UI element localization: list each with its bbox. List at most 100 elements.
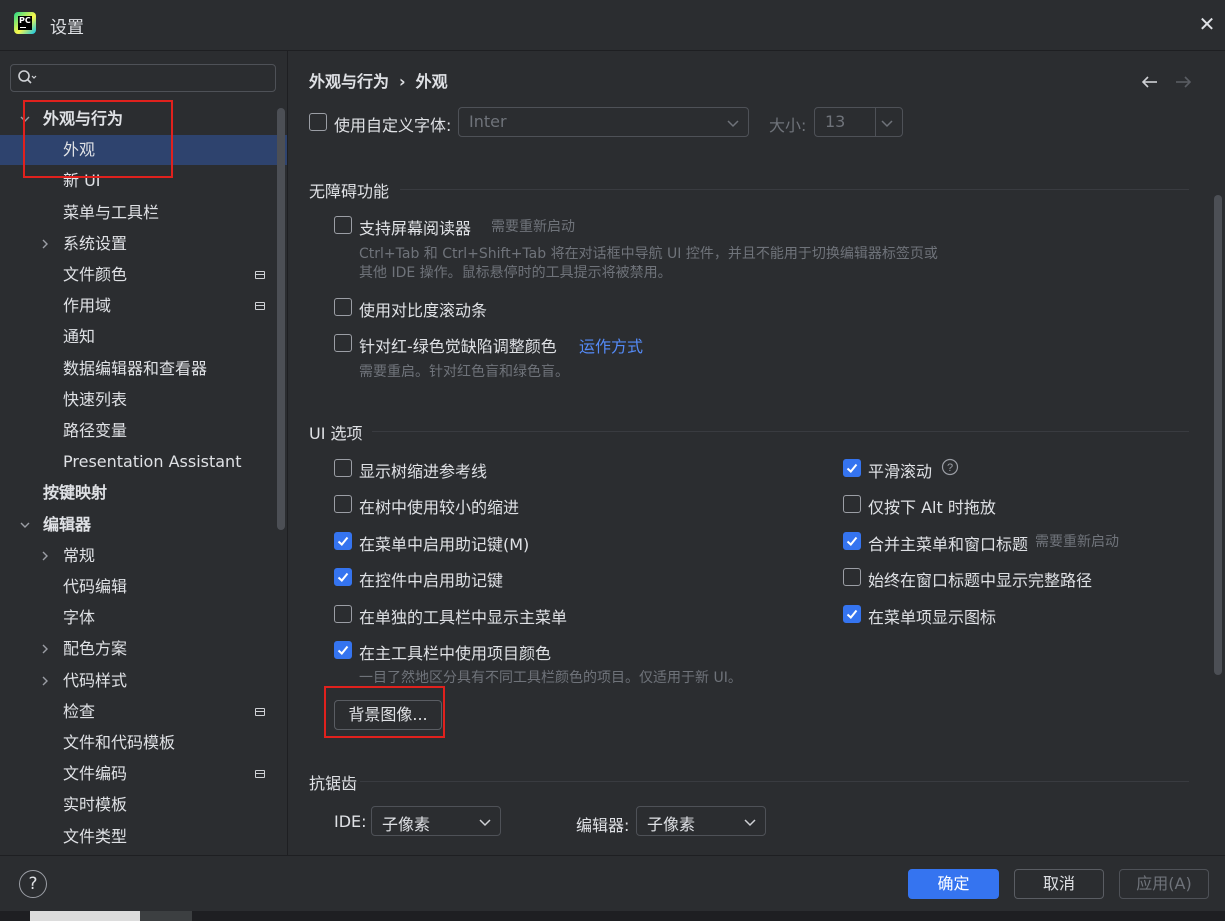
back-arrow-icon[interactable] bbox=[1140, 72, 1160, 92]
sidebar-item[interactable]: 菜单与工具栏 bbox=[0, 198, 287, 228]
forward-arrow-icon[interactable] bbox=[1173, 72, 1193, 92]
sidebar-item[interactable]: 常规 bbox=[0, 541, 287, 571]
sidebar-item[interactable]: Presentation Assistant bbox=[0, 447, 287, 477]
sidebar-item[interactable]: 路径变量 bbox=[0, 416, 287, 446]
settings-search-input[interactable] bbox=[10, 64, 276, 92]
chevron-down-icon bbox=[744, 819, 756, 827]
sidebar-item[interactable]: 编辑器 bbox=[0, 510, 287, 540]
sidebar-item[interactable]: 数据编辑器和查看器 bbox=[0, 354, 287, 384]
color-deficiency-label: 针对红-绿色觉缺陷调整颜色 bbox=[359, 337, 557, 356]
sidebar-item-label: 数据编辑器和查看器 bbox=[63, 359, 208, 378]
how-it-works-link[interactable]: 运作方式 bbox=[579, 333, 643, 357]
sidebar-scrollbar[interactable] bbox=[277, 108, 285, 530]
screen-reader-checkbox[interactable] bbox=[334, 216, 352, 234]
editor-antialias-value: 子像素 bbox=[647, 815, 696, 834]
footer-divider bbox=[0, 855, 1225, 856]
sidebar-item-label: 编辑器 bbox=[43, 515, 92, 534]
sidebar-item[interactable]: 配色方案 bbox=[0, 634, 287, 664]
sidebar-item[interactable]: 新 UI bbox=[0, 166, 287, 196]
help-button[interactable]: ? bbox=[19, 870, 47, 898]
apply-button[interactable]: 应用(A) bbox=[1119, 869, 1209, 899]
sidebar-item-label: 系统设置 bbox=[63, 234, 128, 253]
window-title: 设置 bbox=[50, 18, 84, 38]
sidebar-item[interactable]: 按键映射 bbox=[0, 478, 287, 508]
cancel-button[interactable]: 取消 bbox=[1014, 869, 1104, 899]
sidebar-item-label: 常规 bbox=[63, 546, 96, 565]
option-checkbox[interactable] bbox=[843, 459, 861, 477]
chevron-right-icon[interactable] bbox=[39, 643, 51, 655]
antialiasing-section-title: 抗锯齿 bbox=[309, 774, 358, 793]
restart-required-note: 需要重新启动 bbox=[491, 219, 575, 235]
restart-required-note: 需要重新启动 bbox=[1035, 534, 1119, 550]
font-size-label: 大小: bbox=[769, 116, 807, 135]
option-checkbox[interactable] bbox=[334, 568, 352, 586]
option-label: 仅按下 Alt 时拖放 bbox=[868, 498, 996, 517]
sidebar-item[interactable]: 快速列表 bbox=[0, 385, 287, 415]
sidebar-item-label: 文件颜色 bbox=[63, 265, 128, 284]
sidebar-item[interactable]: 代码编辑 bbox=[0, 572, 287, 602]
chevron-right-icon[interactable] bbox=[39, 238, 51, 250]
option-checkbox[interactable] bbox=[843, 568, 861, 586]
background-image-button[interactable]: 背景图像... bbox=[334, 700, 442, 730]
sidebar-item[interactable]: 实时模板 bbox=[0, 790, 287, 820]
option-checkbox[interactable] bbox=[334, 605, 352, 623]
option-checkbox[interactable] bbox=[334, 532, 352, 550]
sidebar-item-label: 代码编辑 bbox=[63, 577, 128, 596]
sidebar-item-label: 检查 bbox=[63, 702, 96, 721]
sidebar-item-label: 新 UI bbox=[63, 171, 101, 190]
sidebar-item[interactable]: 文件类型 bbox=[0, 822, 287, 852]
sidebar-item-label: 文件类型 bbox=[63, 827, 128, 846]
screen-reader-label: 支持屏幕阅读器 bbox=[359, 219, 472, 238]
sidebar-item[interactable]: 系统设置 bbox=[0, 229, 287, 259]
sidebar-item[interactable]: 外观与行为 bbox=[0, 104, 287, 134]
option-label: 始终在窗口标题中显示完整路径 bbox=[868, 571, 1093, 590]
option-checkbox[interactable] bbox=[334, 495, 352, 513]
sidebar-item[interactable]: 文件编码 bbox=[0, 759, 287, 789]
sidebar-item-label: 字体 bbox=[63, 608, 96, 627]
accessibility-section-title: 无障碍功能 bbox=[309, 182, 390, 201]
close-icon[interactable]: ✕ bbox=[1196, 13, 1218, 35]
sidebar-item[interactable]: 检查 bbox=[0, 697, 287, 727]
color-deficiency-checkbox[interactable] bbox=[334, 334, 352, 352]
chevron-down-icon[interactable] bbox=[19, 519, 31, 531]
ok-button[interactable]: 确定 bbox=[908, 869, 999, 899]
ide-antialias-select[interactable]: 子像素 bbox=[371, 806, 501, 836]
option-label: 在菜单项显示图标 bbox=[868, 608, 997, 627]
font-select[interactable]: Inter bbox=[458, 107, 749, 137]
sidebar-item-label: 外观与行为 bbox=[43, 109, 124, 128]
option-checkbox[interactable] bbox=[334, 459, 352, 477]
breadcrumb-separator: › bbox=[399, 72, 406, 91]
editor-antialias-label: 编辑器: bbox=[576, 816, 630, 835]
sidebar-item[interactable]: 字体 bbox=[0, 603, 287, 633]
option-checkbox[interactable] bbox=[334, 641, 352, 659]
editor-antialias-select[interactable]: 子像素 bbox=[636, 806, 766, 836]
breadcrumb-parent[interactable]: 外观与行为 bbox=[309, 68, 389, 92]
font-size-select[interactable]: 13 bbox=[814, 107, 903, 137]
sidebar-item-label: 快速列表 bbox=[63, 390, 128, 409]
chevron-right-icon[interactable] bbox=[39, 550, 51, 562]
sidebar-item[interactable]: 通知 bbox=[0, 322, 287, 352]
sidebar-item[interactable]: 代码样式 bbox=[0, 666, 287, 696]
sidebar-item[interactable]: 外观 bbox=[0, 135, 287, 165]
help-circle-icon[interactable]: ? bbox=[941, 458, 959, 476]
panel-divider[interactable] bbox=[287, 50, 288, 855]
sidebar-item[interactable]: 文件和代码模板 bbox=[0, 728, 287, 758]
chevron-down-icon[interactable] bbox=[19, 113, 31, 125]
sidebar-item[interactable]: 文件颜色 bbox=[0, 260, 287, 290]
color-deficiency-hint: 需要重启。针对红色盲和绿色盲。 bbox=[359, 364, 569, 380]
option-checkbox[interactable] bbox=[843, 532, 861, 550]
screen-reader-hint-line2: 其他 IDE 操作。鼠标悬停时的工具提示将被禁用。 bbox=[359, 265, 672, 281]
contrast-scrollbars-checkbox[interactable] bbox=[334, 298, 352, 316]
option-checkbox[interactable] bbox=[843, 605, 861, 623]
chevron-right-icon[interactable] bbox=[39, 675, 51, 687]
contrast-scrollbars-label: 使用对比度滚动条 bbox=[359, 301, 488, 320]
content-scrollbar[interactable] bbox=[1214, 195, 1222, 675]
sidebar-item-label: 外观 bbox=[63, 140, 96, 159]
sidebar-item[interactable]: 作用域 bbox=[0, 291, 287, 321]
chevron-down-icon bbox=[727, 120, 739, 128]
ui-options-section-title: UI 选项 bbox=[309, 424, 363, 443]
section-divider bbox=[372, 431, 1189, 432]
breadcrumb: 外观与行为 › 外观 bbox=[309, 68, 448, 92]
custom-font-checkbox[interactable] bbox=[309, 113, 327, 131]
option-checkbox[interactable] bbox=[843, 495, 861, 513]
